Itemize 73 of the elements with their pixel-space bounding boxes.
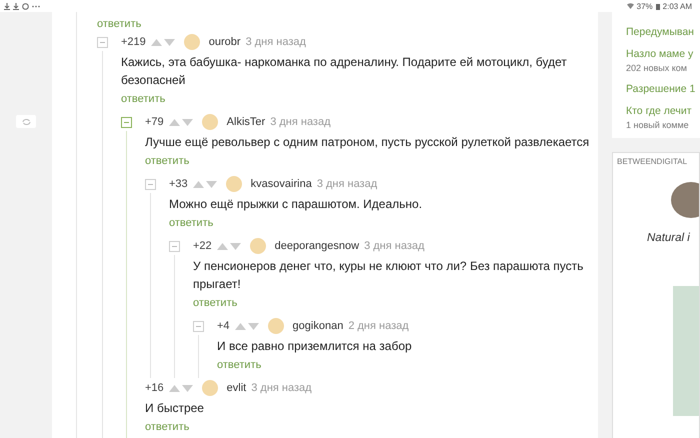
comment-text: Можно ещё прыжки с парашютом. Идеально. (169, 196, 424, 213)
username[interactable]: deeporangesnow (274, 240, 360, 252)
username[interactable]: kvasovairina (250, 178, 312, 190)
refresh-button[interactable] (16, 115, 36, 128)
reply-link[interactable]: ответить (121, 91, 166, 107)
upvote-icon[interactable] (216, 242, 228, 250)
username[interactable]: AlkisTer (226, 116, 266, 128)
comment-rating: +4 (217, 320, 230, 332)
upvote-icon[interactable] (150, 38, 162, 46)
new-comments-count: 1 новый комме (626, 119, 690, 132)
upvote-icon[interactable] (168, 384, 180, 392)
post-link[interactable]: Кто где лечит (626, 104, 692, 119)
battery-icon (656, 2, 660, 10)
avatar-icon (268, 318, 284, 334)
username[interactable]: ourobr (208, 36, 241, 48)
more-icon (32, 4, 40, 8)
downvote-icon[interactable] (230, 242, 241, 250)
avatar-icon (250, 238, 266, 254)
battery-level: 37% (636, 2, 653, 10)
reply-link[interactable]: ответить (145, 419, 190, 435)
downvote-icon[interactable] (164, 38, 175, 46)
download-icon (13, 2, 19, 10)
upvote-icon[interactable] (192, 180, 204, 188)
comment-time: 2 дня назад (348, 320, 409, 332)
comment-time: 3 дня назад (251, 382, 312, 394)
comment-time: 3 дня назад (316, 178, 378, 190)
comment-text: И быстрее (145, 400, 205, 417)
comment-time: 3 дня назад (270, 116, 331, 128)
downvote-icon[interactable] (206, 180, 217, 188)
comment-rating: +79 (145, 116, 164, 128)
comment-rating: +16 (145, 382, 164, 394)
ad-label: BETWEENDIGITAL (617, 157, 688, 166)
avatar-icon (184, 34, 200, 50)
downvote-icon[interactable] (248, 322, 259, 330)
post-link[interactable]: Назло маме у (626, 47, 694, 62)
refresh-icon (22, 118, 30, 126)
reply-link[interactable]: ответить (217, 357, 262, 373)
post-link[interactable]: Разрешение 1 (626, 82, 696, 97)
comment-text: У пенсионеров денег что, куры не клюют что ли? Без парашюта пусть прыгает! (193, 258, 584, 293)
ad-caption: Natural i (647, 232, 690, 244)
collapse-button[interactable] (169, 241, 180, 252)
collapse-button[interactable] (145, 179, 156, 190)
reply-link[interactable]: ответить (97, 16, 142, 32)
download-icon (4, 2, 10, 10)
username[interactable]: gogikonan (292, 320, 344, 332)
upvote-icon[interactable] (234, 322, 246, 330)
collapse-button[interactable] (193, 321, 204, 332)
collapse-button[interactable] (97, 37, 108, 48)
reply-link[interactable]: ответить (193, 295, 238, 311)
comment-rating: +33 (169, 178, 188, 190)
comment-text: Кажись, эта бабушка- наркоманка по адреналину. Подарите ей мотоцикл, будет безопасней (121, 54, 568, 89)
comment-rating: +219 (121, 36, 146, 48)
avatar-icon (202, 114, 218, 130)
new-comments-count: 202 новых ком (626, 62, 688, 75)
comment-text: И все равно приземлится на забор (217, 338, 413, 355)
comment-time: 3 дня назад (364, 240, 424, 252)
reply-link[interactable]: ответить (145, 153, 190, 169)
downvote-icon[interactable] (182, 118, 193, 126)
photo-placeholder (671, 182, 699, 218)
collapse-button[interactable] (121, 117, 132, 128)
comment-text: Лучше ещё револьвер с одним патроном, пусть русской рулеткой развлекается (145, 134, 590, 151)
downvote-icon[interactable] (182, 384, 193, 392)
username[interactable]: evlit (226, 382, 246, 394)
comment-rating: +22 (193, 240, 212, 252)
clock: 2:03 AM (662, 2, 692, 10)
upvote-icon[interactable] (168, 118, 180, 126)
reply-link[interactable]: ответить (169, 215, 214, 231)
comment-time: 3 дня назад (246, 36, 306, 48)
post-link[interactable]: Передумыван (626, 25, 694, 40)
ad-banner[interactable]: BETWEENDIGITAL Natural i (612, 152, 700, 438)
avatar-icon (202, 380, 218, 396)
avatar-icon (226, 176, 242, 192)
wifi-icon (626, 3, 634, 9)
